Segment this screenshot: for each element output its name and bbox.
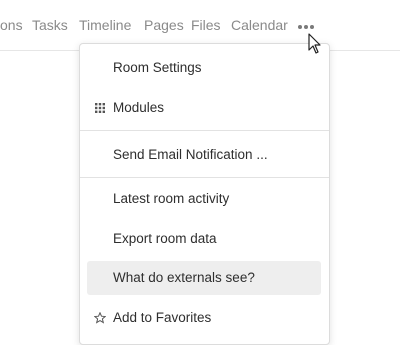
menu-item-label: Export room data bbox=[113, 231, 217, 246]
menu-item-modules[interactable]: Modules bbox=[87, 91, 321, 125]
menu-item-label: Room Settings bbox=[113, 60, 202, 75]
star-outline-icon bbox=[94, 312, 106, 324]
menu-divider bbox=[80, 130, 329, 131]
grid-icon bbox=[95, 103, 105, 113]
nav-tab-files[interactable]: Files bbox=[191, 16, 221, 34]
more-options-button[interactable] bbox=[296, 15, 320, 35]
menu-item-label: Send Email Notification ... bbox=[113, 147, 268, 162]
menu-item-export-room-data[interactable]: Export room data bbox=[87, 222, 321, 256]
menu-item-room-settings[interactable]: Room Settings bbox=[87, 51, 321, 85]
nav-tab-timeline[interactable]: Timeline bbox=[79, 16, 131, 34]
nav-tab-discussions[interactable]: ons bbox=[0, 16, 23, 34]
menu-item-send-email-notification[interactable]: Send Email Notification ... bbox=[87, 138, 321, 172]
menu-item-label: What do externals see? bbox=[113, 270, 255, 285]
nav-tab-calendar[interactable]: Calendar bbox=[231, 16, 288, 34]
more-horizontal-icon-dot bbox=[304, 25, 308, 29]
nav-tab-pages[interactable]: Pages bbox=[144, 16, 184, 34]
more-horizontal-icon bbox=[298, 25, 302, 29]
more-horizontal-icon-dot bbox=[310, 25, 314, 29]
menu-item-latest-room-activity[interactable]: Latest room activity bbox=[87, 182, 321, 216]
menu-item-label: Latest room activity bbox=[113, 191, 230, 206]
more-options-menu: Room Settings Modules Send Email Notific… bbox=[79, 43, 330, 345]
menu-item-label: Modules bbox=[113, 100, 165, 115]
menu-divider bbox=[80, 177, 329, 178]
menu-item-label: Add to Favorites bbox=[113, 310, 212, 325]
mouse-cursor-icon bbox=[308, 33, 321, 54]
menu-item-what-do-externals-see[interactable]: What do externals see? bbox=[87, 261, 321, 295]
nav-tab-tasks[interactable]: Tasks bbox=[32, 16, 68, 34]
menu-item-add-to-favorites[interactable]: Add to Favorites bbox=[87, 301, 321, 335]
